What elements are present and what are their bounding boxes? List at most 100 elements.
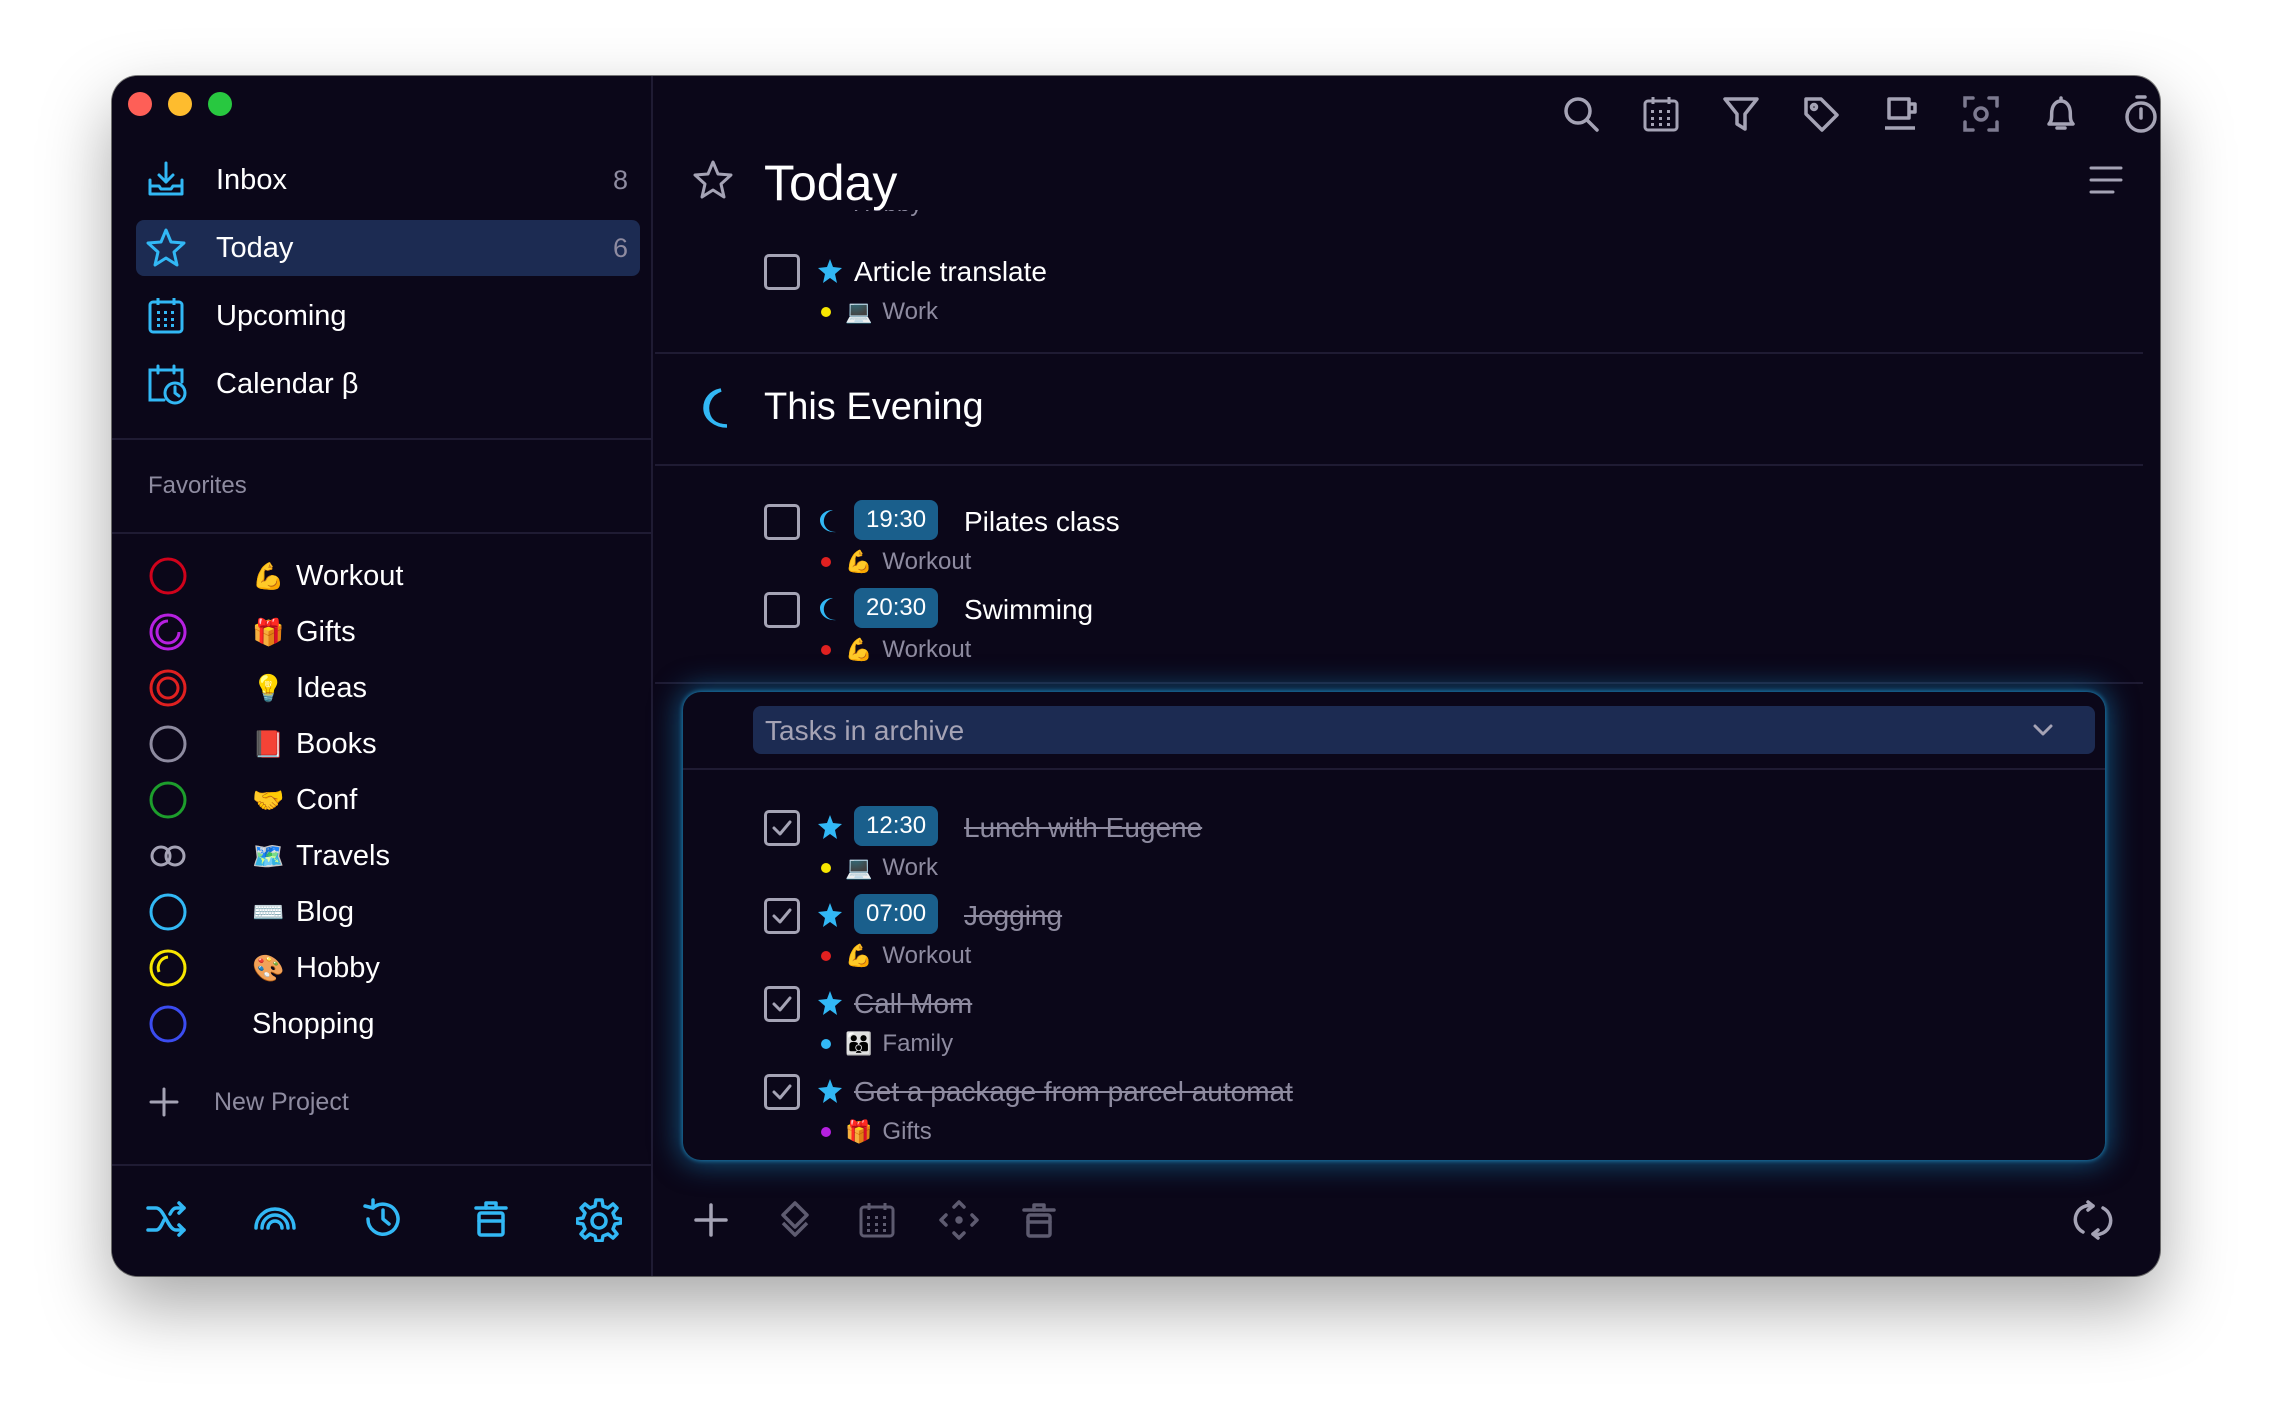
app-window: Inbox 8 Today 6 Upcoming Calendar β Favo… xyxy=(112,76,2160,1276)
project-dot xyxy=(821,557,831,567)
checkmark-icon xyxy=(772,1084,792,1100)
task-checkbox-checked[interactable] xyxy=(764,986,800,1022)
trash-icon[interactable] xyxy=(1019,1200,1059,1240)
project-ring-icon xyxy=(149,893,187,931)
minimize-window-button[interactable] xyxy=(168,92,192,116)
project-ring-icon xyxy=(149,669,187,707)
scrolled-item-fragment: Hobby xyxy=(817,210,1017,224)
gear-icon[interactable] xyxy=(576,1196,622,1242)
trash-icon[interactable] xyxy=(468,1196,514,1242)
move-arrows-icon[interactable] xyxy=(939,1200,979,1240)
task-jogging[interactable]: 07:00 Jogging 💪 Workout xyxy=(764,894,2064,978)
moon-icon xyxy=(703,388,728,428)
task-checkbox[interactable] xyxy=(764,254,800,290)
menu-icon[interactable] xyxy=(2088,162,2124,198)
task-checkbox[interactable] xyxy=(764,504,800,540)
checkmark-icon xyxy=(772,820,792,836)
task-lunch-with-eugene[interactable]: 12:30 Lunch with Eugene 💻 Work xyxy=(764,806,2064,890)
task-swimming[interactable]: 20:30 Swimming 💪 Workout xyxy=(764,588,2064,672)
plus-icon[interactable] xyxy=(693,1202,729,1238)
task-article-translate[interactable]: Article translate 💻 Work xyxy=(764,254,2064,334)
new-project-label: New Project xyxy=(214,1087,349,1116)
task-project: 💪 Workout xyxy=(821,942,971,970)
project-ring-icon xyxy=(149,557,187,595)
project-dot xyxy=(821,645,831,655)
inbox-icon xyxy=(148,161,184,196)
sidebar-item-count: 6 xyxy=(612,232,628,263)
project-dot xyxy=(821,863,831,873)
sidebar-item-inbox[interactable]: Inbox 8 xyxy=(136,152,640,208)
project-ring-icon xyxy=(149,725,187,763)
gift-icon: 🎁 xyxy=(845,1119,873,1144)
star-outline-icon xyxy=(693,160,733,199)
task-call-mom[interactable]: Call Mom 👪 Family xyxy=(764,986,2064,1066)
focus-icon[interactable] xyxy=(1961,94,2001,134)
filter-icon[interactable] xyxy=(1721,94,1761,134)
laptop-icon: 💻 xyxy=(845,855,873,880)
project-books[interactable]: 📕 Books xyxy=(146,716,626,772)
project-travels[interactable]: 🗺️ Travels xyxy=(146,828,626,884)
gift-icon: 🎁 xyxy=(252,617,285,647)
project-shopping[interactable]: Shopping xyxy=(146,996,626,1052)
family-icon: 👪 xyxy=(845,1031,873,1056)
search-icon[interactable] xyxy=(1561,94,1601,134)
task-get-package[interactable]: Get a package from parcel automat 🎁 Gift… xyxy=(764,1074,2064,1154)
checkmark-icon xyxy=(772,996,792,1012)
sidebar-item-label: Today xyxy=(216,231,294,264)
shuffle-icon[interactable] xyxy=(144,1196,190,1242)
laptop-icon: 💻 xyxy=(845,299,873,324)
archive-toggle[interactable]: Tasks in archive xyxy=(753,706,2095,754)
task-title: Article translate xyxy=(854,256,1047,287)
sidebar-item-today[interactable]: Today 6 xyxy=(136,220,640,276)
timer-icon[interactable] xyxy=(2121,94,2160,134)
task-time-badge: 20:30 xyxy=(854,588,939,628)
project-workout[interactable]: 💪 Workout xyxy=(146,548,626,604)
project-label: Ideas xyxy=(296,671,367,704)
sidebar-bottom-bar xyxy=(112,1166,651,1276)
project-gifts[interactable]: 🎁 Gifts xyxy=(146,604,626,660)
project-label: Conf xyxy=(296,783,358,816)
plus-icon xyxy=(149,1087,179,1117)
coffee-icon[interactable] xyxy=(1881,94,1921,134)
zoom-window-button[interactable] xyxy=(208,92,232,116)
sidebar-item-label: Upcoming xyxy=(216,299,347,332)
task-project: 🎁 Gifts xyxy=(821,1118,932,1146)
star-icon xyxy=(818,991,842,1015)
project-ideas[interactable]: 💡 Ideas xyxy=(146,660,626,716)
sidebar-item-upcoming[interactable]: Upcoming xyxy=(136,288,640,344)
task-checkbox-checked[interactable] xyxy=(764,898,800,934)
sync-icon[interactable] xyxy=(2073,1200,2113,1240)
task-checkbox[interactable] xyxy=(764,592,800,628)
project-dot xyxy=(821,307,831,317)
calendar-icon[interactable] xyxy=(857,1200,897,1240)
task-project-label: Gifts xyxy=(882,1118,932,1145)
task-checkbox-checked[interactable] xyxy=(764,1074,800,1110)
project-blog[interactable]: ⌨️ Blog xyxy=(146,884,626,940)
handshake-icon: 🤝 xyxy=(252,785,285,815)
close-window-button[interactable] xyxy=(128,92,152,116)
task-checkbox-checked[interactable] xyxy=(764,810,800,846)
sidebar: Inbox 8 Today 6 Upcoming Calendar β Favo… xyxy=(112,76,653,1276)
history-icon[interactable] xyxy=(360,1196,406,1242)
project-conf[interactable]: 🤝 Conf xyxy=(146,772,626,828)
project-hobby[interactable]: 🎨 Hobby xyxy=(146,940,626,996)
bell-icon[interactable] xyxy=(2041,94,2081,134)
favorites-header: Favorites xyxy=(148,472,247,499)
chevron-down-icon[interactable] xyxy=(2029,716,2057,744)
lightbulb-icon: 💡 xyxy=(252,673,285,703)
archive-panel: Tasks in archive 12:30 Lunch with Eugene… xyxy=(683,692,2105,1160)
calendar-icon xyxy=(148,298,184,334)
new-project-button[interactable]: New Project xyxy=(148,1086,349,1118)
sidebar-item-calendar[interactable]: Calendar β xyxy=(136,356,640,412)
tag-icon[interactable] xyxy=(1801,94,1841,134)
project-label: Books xyxy=(296,727,377,760)
calendar-icon[interactable] xyxy=(1641,94,1681,134)
move-up-down-icon[interactable] xyxy=(775,1200,815,1240)
task-time-badge: 12:30 xyxy=(854,806,939,846)
task-title: Lunch with Eugene xyxy=(964,812,1203,843)
signal-arcs-icon[interactable] xyxy=(252,1196,298,1242)
moon-icon xyxy=(820,510,836,533)
task-pilates[interactable]: 19:30 Pilates class 💪 Workout xyxy=(764,500,2064,584)
book-icon: 📕 xyxy=(252,729,285,759)
project-dot xyxy=(821,1039,831,1049)
